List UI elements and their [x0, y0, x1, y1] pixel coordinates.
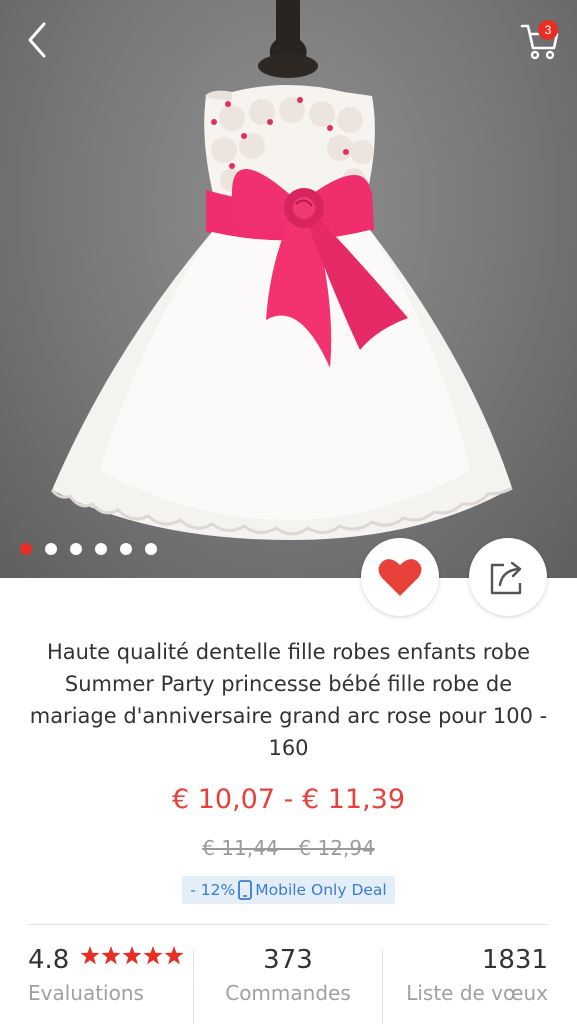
- product-price: € 10,07 - € 11,39: [171, 784, 406, 815]
- mobile-phone-icon: [238, 880, 253, 900]
- pagination-dot[interactable]: [20, 543, 32, 555]
- orders-count: 373: [263, 945, 313, 975]
- orders-label: Commandes: [225, 981, 351, 1005]
- back-arrow-icon: [28, 22, 46, 58]
- deal-label: Mobile Only Deal: [255, 881, 387, 899]
- pagination-dot[interactable]: [120, 543, 132, 555]
- divider: [382, 948, 383, 1024]
- deal-discount: - 12%: [190, 881, 236, 899]
- share-button[interactable]: [469, 538, 547, 616]
- mobile-deal-badge: - 12% Mobile Only Deal: [182, 876, 395, 904]
- rating-label: Evaluations: [28, 981, 144, 1005]
- product-image[interactable]: [0, 0, 577, 578]
- rating-stat[interactable]: 4.8 Evaluations: [28, 945, 184, 1024]
- wishlist-count: 1831: [481, 945, 548, 975]
- back-button[interactable]: [18, 18, 62, 62]
- pagination-dot[interactable]: [70, 543, 82, 555]
- star-icon: [122, 946, 142, 965]
- star-icon: [80, 946, 100, 965]
- heart-icon: [378, 559, 422, 596]
- share-icon: [490, 561, 522, 595]
- original-price: € 11,44 - € 12,94: [202, 836, 375, 860]
- cart-count-badge: 3: [538, 20, 558, 40]
- wishlist-button[interactable]: [361, 538, 439, 616]
- pagination-dot[interactable]: [95, 543, 107, 555]
- wishlist-label: Liste de vœux: [406, 981, 548, 1005]
- product-title: Haute qualité dentelle fille robes enfan…: [29, 640, 548, 760]
- star-icon: [101, 946, 121, 965]
- star-icon: [143, 946, 163, 965]
- divider: [28, 924, 548, 925]
- pagination-dot[interactable]: [45, 543, 57, 555]
- divider: [193, 948, 194, 1024]
- product-stats: 4.8 Evaluations 373 Commandes 1831 Liste…: [0, 945, 577, 1024]
- image-pagination: [20, 543, 157, 555]
- star-icon: [164, 946, 184, 965]
- orders-stat[interactable]: 373 Commandes: [222, 945, 354, 1024]
- rating-value: 4.8: [28, 945, 70, 975]
- dress-photo: [50, 0, 513, 540]
- pagination-dot[interactable]: [145, 543, 157, 555]
- rating-stars: [80, 946, 184, 965]
- wishlist-stat[interactable]: 1831 Liste de vœux: [402, 945, 548, 1024]
